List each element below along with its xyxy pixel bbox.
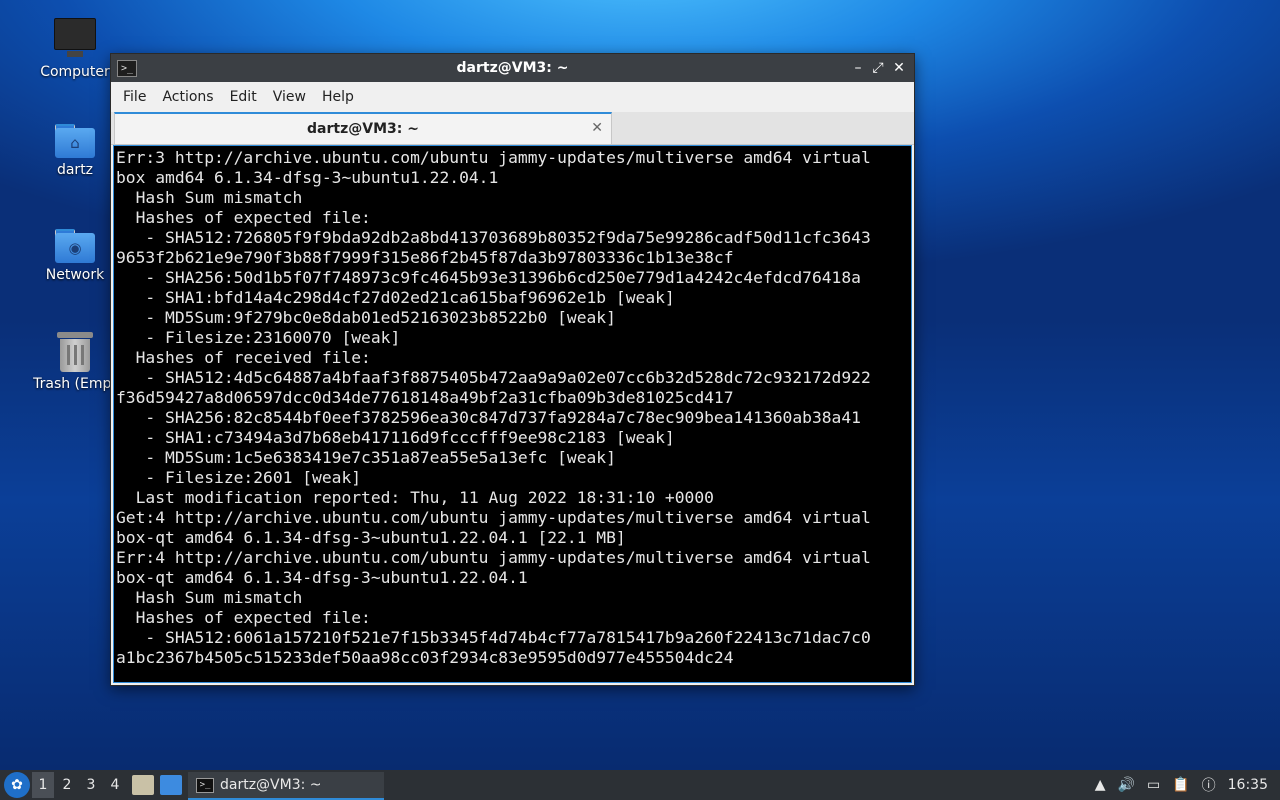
terminal-text: Err:3 http://archive.ubuntu.com/ubuntu j… <box>116 148 871 667</box>
close-button[interactable]: ✕ <box>889 58 909 78</box>
start-menu-button[interactable]: ✿ <box>4 772 30 798</box>
workspace-2[interactable]: 2 <box>56 772 78 798</box>
network-folder-icon: ◉ <box>55 229 95 263</box>
window-title: dartz@VM3: ~ <box>456 60 569 76</box>
taskbar-task-label: dartz@VM3: ~ <box>220 777 322 793</box>
trash-icon <box>57 332 93 372</box>
terminal-icon: >_ <box>196 777 214 793</box>
taskbar: ✿ 1 2 3 4 >_ dartz@VM3: ~ ▲ 🔊 ▭ 📋 ⓘ 16:3… <box>0 770 1280 800</box>
show-desktop-icon[interactable] <box>160 775 182 795</box>
terminal-output[interactable]: Err:3 http://archive.ubuntu.com/ubuntu j… <box>113 145 912 683</box>
updates-icon[interactable]: ▲ <box>1095 777 1106 793</box>
notification-icon[interactable]: ⓘ <box>1202 775 1216 795</box>
workspace-3[interactable]: 3 <box>80 772 102 798</box>
menu-view[interactable]: View <box>265 89 314 105</box>
clipboard-icon[interactable]: 📋 <box>1172 777 1189 793</box>
home-folder-icon: ⌂ <box>55 124 95 158</box>
menu-actions[interactable]: Actions <box>154 89 221 105</box>
terminal-window: >_ dartz@VM3: ~ – ⤢ ✕ File Actions Edit … <box>110 53 915 686</box>
tab-terminal[interactable]: dartz@VM3: ~ ✕ <box>114 112 612 144</box>
taskbar-task-terminal[interactable]: >_ dartz@VM3: ~ <box>188 772 384 800</box>
workspace-4[interactable]: 4 <box>104 772 126 798</box>
window-titlebar[interactable]: >_ dartz@VM3: ~ – ⤢ ✕ <box>111 54 914 82</box>
tab-close-icon[interactable]: ✕ <box>591 120 603 136</box>
volume-icon[interactable]: 🔊 <box>1118 777 1135 793</box>
menubar: File Actions Edit View Help <box>111 82 914 112</box>
maximize-button[interactable]: ⤢ <box>868 58 888 78</box>
file-manager-icon[interactable] <box>132 775 154 795</box>
clock[interactable]: 16:35 <box>1228 777 1268 793</box>
system-tray: ▲ 🔊 ▭ 📋 ⓘ 16:35 <box>1095 770 1280 800</box>
minimize-button[interactable]: – <box>848 58 868 78</box>
menu-edit[interactable]: Edit <box>222 89 265 105</box>
computer-icon <box>54 18 96 57</box>
menu-file[interactable]: File <box>115 89 154 105</box>
tab-label: dartz@VM3: ~ <box>307 121 419 137</box>
menu-help[interactable]: Help <box>314 89 362 105</box>
tab-bar: dartz@VM3: ~ ✕ <box>111 112 914 145</box>
workspace-1[interactable]: 1 <box>32 772 54 798</box>
network-icon[interactable]: ▭ <box>1147 777 1160 793</box>
